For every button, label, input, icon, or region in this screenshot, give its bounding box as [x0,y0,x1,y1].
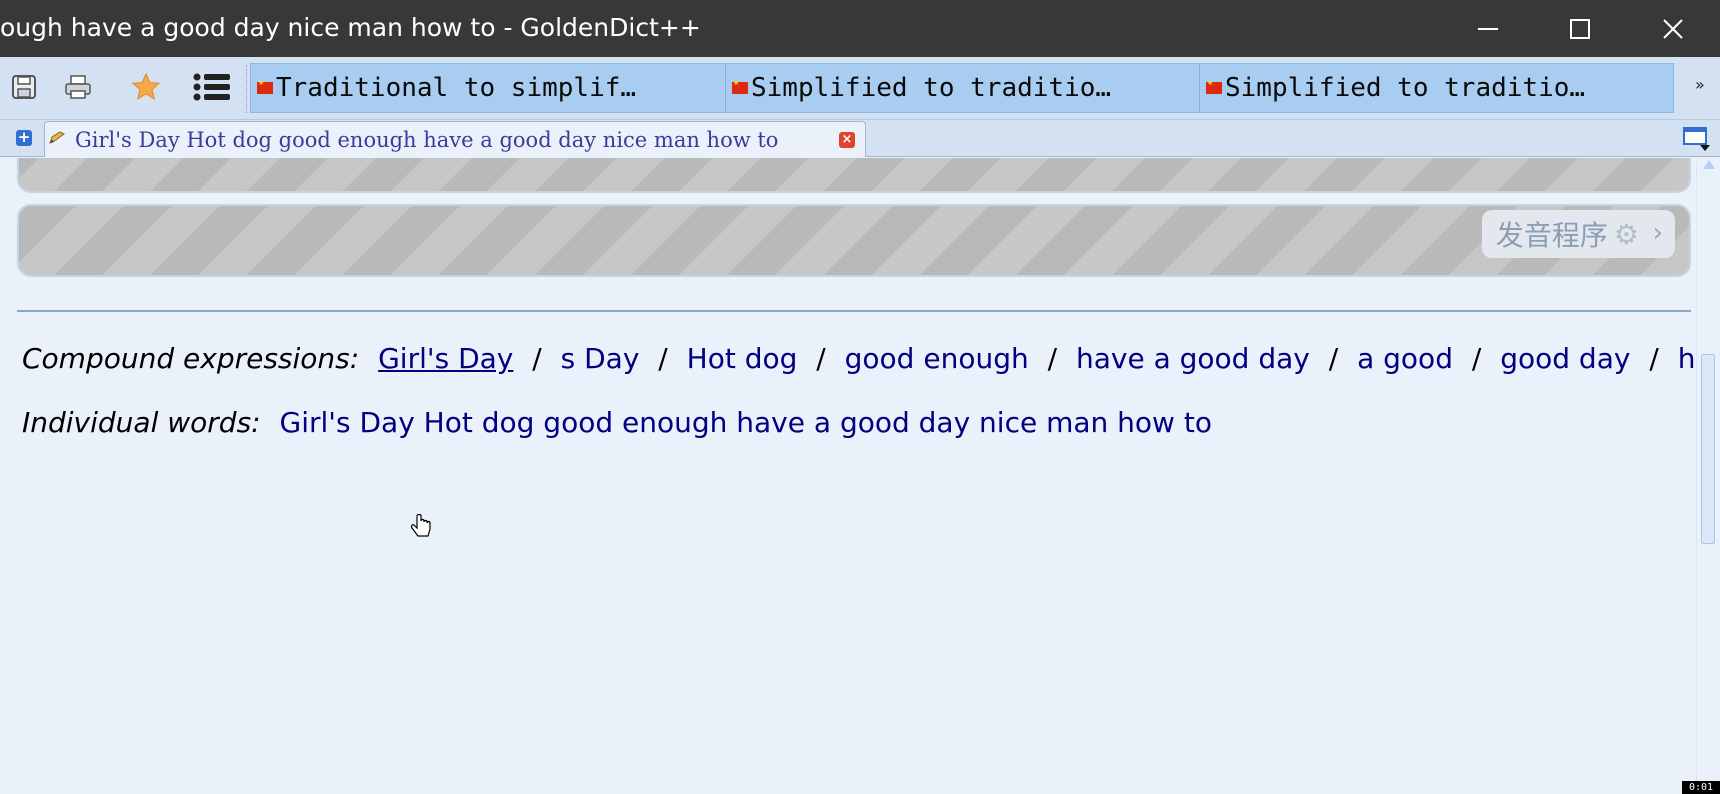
compound-link[interactable]: s Day [561,342,640,375]
dictionary-list-button[interactable] [192,67,232,107]
dictionary-bar: Traditional to simplif… Simplified to tr… [250,63,1674,113]
pronunciation-label: 发音程序 [1495,219,1608,252]
separator: / [532,342,542,375]
individual-words-label: Individual words: [22,406,261,439]
compound-link[interactable]: have a good day [1076,342,1310,375]
separator: / [1047,342,1058,375]
pronunciation-header[interactable]: 发音程序 ⚙ › [1481,210,1675,258]
gear-icon: ⚙ [1613,217,1639,251]
minimize-button[interactable] [1442,0,1534,57]
compound-link[interactable]: good enough [845,342,1029,375]
separator: / [658,342,668,375]
vertical-scrollbar[interactable] [1696,158,1720,794]
minimize-icon [1478,27,1498,30]
chevron-right-icon: › [1652,218,1663,248]
dict-button-traditional-to-simplified[interactable]: Traditional to simplif… [251,64,726,112]
favorites-button[interactable] [126,67,166,107]
separator: / [1471,342,1482,375]
close-icon [1663,18,1683,39]
tab-active[interactable]: Girl's Day Hot dog good enough have a go… [44,121,866,157]
compound-expressions-label: Compound expressions: [22,342,360,375]
scrollbar-thumb[interactable] [1701,354,1715,544]
compound-expressions-line: Compound expressions: Girl's Day / s Day… [22,342,1696,375]
compound-link[interactable]: good day [1500,342,1630,375]
tab-label: Girl's Day Hot dog good enough have a go… [75,128,779,152]
pencil-icon [49,131,65,144]
favorites-star-icon [131,72,161,100]
hand-cursor-icon [411,514,431,537]
dict-button-simplified-to-traditional[interactable]: Simplified to traditio… [726,64,1200,112]
china-flag-icon [257,79,273,94]
china-flag-icon [1206,79,1222,94]
separator: / [816,342,826,375]
china-flag-icon [732,79,748,94]
close-button[interactable] [1626,0,1720,57]
print-icon [65,75,91,99]
print-button[interactable] [58,67,98,107]
timer-badge: 0:01 [1682,781,1720,794]
toolbar-separator [246,65,248,113]
divider [17,310,1691,312]
scroll-up-arrow-icon[interactable] [1703,160,1715,169]
save-icon [12,75,36,99]
individual-words-line: Individual words: Girl's Day Hot dog goo… [22,406,1222,439]
tab-bar: + Girl's Day Hot dog good enough have a … [0,120,1720,157]
separator: / [1328,342,1339,375]
tab-list-menu-icon[interactable] [1682,125,1712,153]
toolbar: Traditional to simplif… Simplified to tr… [0,57,1720,120]
save-button[interactable] [4,67,44,107]
compound-link[interactable]: how to [1678,342,1696,375]
tab-close-icon[interactable]: × [839,132,855,148]
dict-button-simplified-to-traditional-2[interactable]: Simplified to traditio… [1200,64,1674,112]
list-icon [193,73,230,101]
article-view: 发音程序 ⚙ › Compound expressions: Girl's Da… [0,158,1696,794]
individual-words-links[interactable]: Girl's Day Hot dog good enough have a go… [280,406,1212,439]
dict-button-label: Traditional to simplif… [276,73,637,103]
compound-link[interactable]: Hot dog [687,342,798,375]
pronunciation-section[interactable]: 发音程序 ⚙ › [17,204,1691,277]
toolbar-overflow-chevron-icon[interactable]: » [1695,75,1705,94]
maximize-button[interactable] [1534,0,1626,57]
compound-link[interactable]: Girl's Day [378,342,513,375]
maximize-icon [1570,18,1590,39]
dict-button-label: Simplified to traditio… [1225,73,1586,103]
dict-button-label: Simplified to traditio… [751,73,1112,103]
dictionary-section-collapsed[interactable] [17,158,1691,193]
compound-link[interactable]: a good [1357,342,1453,375]
separator: / [1649,342,1659,375]
new-tab-plus-icon[interactable]: + [16,130,32,146]
window-title: ough have a good day nice man how to - G… [0,13,701,42]
